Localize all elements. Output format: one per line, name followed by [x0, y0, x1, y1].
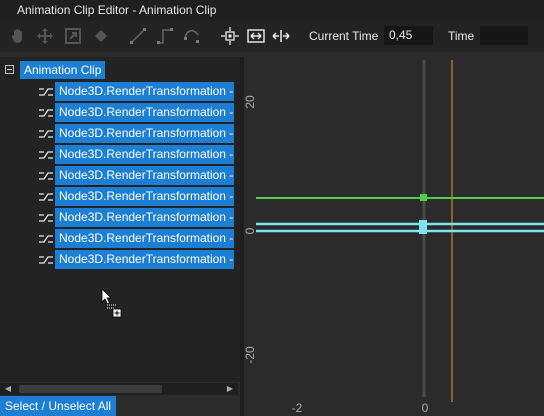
- green-keyframe: [420, 194, 427, 201]
- spline-icon[interactable]: [182, 26, 202, 46]
- track-label[interactable]: Node3D.RenderTransformation -: [55, 82, 234, 101]
- track-label[interactable]: Node3D.RenderTransformation -: [55, 166, 234, 185]
- move-icon[interactable]: [35, 26, 55, 46]
- tree-root-label[interactable]: Animation Clip: [20, 61, 106, 79]
- scrollbar-thumb[interactable]: [19, 385, 162, 393]
- curve-track-icon: [39, 109, 53, 117]
- track-label[interactable]: Node3D.RenderTransformation -: [55, 229, 234, 248]
- window-title: Animation Clip Editor - Animation Clip: [17, 3, 217, 17]
- time-input[interactable]: [480, 26, 528, 45]
- time-label: Time: [448, 29, 475, 43]
- expand-horizontal-icon[interactable]: [271, 26, 291, 46]
- hand-icon[interactable]: [8, 26, 28, 46]
- line-icon[interactable]: [128, 26, 148, 46]
- track-label[interactable]: Node3D.RenderTransformation -: [55, 208, 234, 227]
- current-time-input[interactable]: 0,45: [384, 26, 433, 45]
- select-unselect-all-button[interactable]: Select / Unselect All: [0, 396, 117, 416]
- fit-horizontal-icon[interactable]: [246, 26, 266, 46]
- frame-all-icon[interactable]: [220, 26, 240, 46]
- x-tick-label: 0: [422, 401, 429, 415]
- track-label[interactable]: Node3D.RenderTransformation -: [55, 250, 234, 269]
- tree-horizontal-scrollbar[interactable]: ◀ ▶: [0, 383, 238, 395]
- curve-track-icon: [39, 214, 53, 222]
- track-label[interactable]: Node3D.RenderTransformation -: [55, 145, 234, 164]
- curve-editor[interactable]: 20 0 -20 -2 0: [244, 57, 544, 416]
- collapse-icon[interactable]: [5, 65, 14, 74]
- curve-track-icon: [39, 172, 53, 180]
- scale-icon[interactable]: [63, 26, 83, 46]
- curve-track-icon: [39, 130, 53, 138]
- scroll-left-icon[interactable]: ◀: [2, 383, 14, 395]
- curve-track-icon: [39, 235, 53, 243]
- mouse-cursor-icon: [101, 288, 122, 318]
- curve-track-icon: [39, 151, 53, 159]
- cyan-keyframe: [419, 220, 427, 234]
- scroll-right-icon[interactable]: ▶: [224, 383, 236, 395]
- y-tick-label: 0: [244, 227, 257, 234]
- current-time-label: Current Time: [309, 29, 379, 43]
- step-icon[interactable]: [155, 26, 175, 46]
- x-tick-label: -2: [292, 401, 303, 415]
- diamond-icon[interactable]: [91, 26, 111, 46]
- toolbar: Current Time 0,45 Time: [0, 20, 544, 52]
- track-label[interactable]: Node3D.RenderTransformation -: [55, 103, 234, 122]
- curve-track-icon: [39, 256, 53, 264]
- y-tick-label: 20: [244, 95, 257, 109]
- curve-track-icon: [39, 88, 53, 96]
- curve-track-icon: [39, 193, 53, 201]
- animation-tree: Animation Clip Node3D.RenderTransformati…: [0, 57, 240, 382]
- track-label[interactable]: Node3D.RenderTransformation -: [55, 187, 234, 206]
- title-bar: Animation Clip Editor - Animation Clip: [0, 0, 544, 20]
- track-label[interactable]: Node3D.RenderTransformation -: [55, 124, 234, 143]
- y-tick-label: -20: [244, 346, 257, 364]
